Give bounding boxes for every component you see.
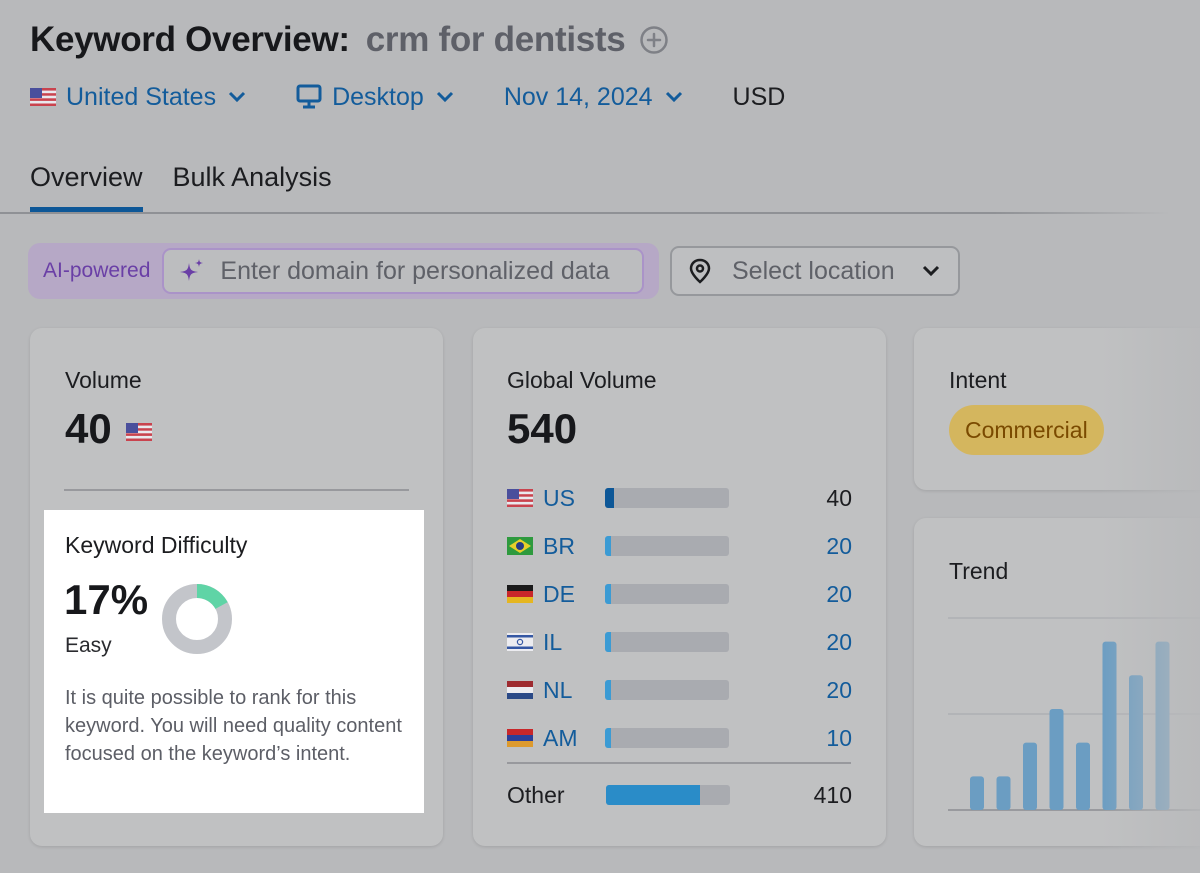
chevron-down-icon xyxy=(922,265,940,277)
br-flag-icon xyxy=(507,537,533,555)
country-volume-list: US 40 BR 20 DE 20 IL 20 NL 20 AM 10 xyxy=(507,474,852,762)
country-row-us[interactable]: US 40 xyxy=(507,474,852,522)
country-value[interactable]: 20 xyxy=(826,629,852,656)
country-code: AM xyxy=(543,724,578,751)
other-label: Other xyxy=(507,781,565,808)
country-dropdown[interactable]: United States xyxy=(30,83,246,112)
location-pin-icon xyxy=(689,258,711,284)
tabs-divider xyxy=(0,212,1170,214)
country-bar-track xyxy=(605,488,729,508)
tab-bulk-analysis[interactable]: Bulk Analysis xyxy=(173,160,332,214)
difficulty-donut-chart xyxy=(162,584,232,654)
country-bar-track xyxy=(605,536,729,556)
page-header: Keyword Overview: crm for dentists xyxy=(30,18,669,62)
trend-bar-chart xyxy=(948,617,1200,811)
intent-label: Intent xyxy=(949,367,1007,393)
nl-flag-icon xyxy=(507,681,533,699)
volume-value: 40 xyxy=(65,405,112,452)
keyword-difficulty-description: It is quite possible to rank for this ke… xyxy=(65,687,402,765)
date-dropdown[interactable]: Nov 14, 2024 xyxy=(504,83,683,112)
country-code: BR xyxy=(543,532,575,559)
country-bar-fill xyxy=(605,680,612,700)
country-row-de[interactable]: DE 20 xyxy=(507,570,852,618)
desktop-icon xyxy=(296,84,322,109)
domain-input[interactable] xyxy=(220,256,641,286)
trend-label: Trend xyxy=(949,558,1009,584)
sparkle-icon xyxy=(180,259,204,281)
country-label: United States xyxy=(66,82,217,111)
trend-bar xyxy=(996,776,1011,810)
intent-badge: Commercial xyxy=(949,405,1104,455)
country-bar-fill xyxy=(605,536,612,556)
trend-bar xyxy=(1102,641,1117,810)
de-flag-icon xyxy=(507,585,533,603)
currency-label: USD xyxy=(732,82,786,111)
us-flag-icon xyxy=(507,489,533,507)
plus-circle-icon[interactable] xyxy=(639,25,669,55)
chevron-down-icon xyxy=(665,91,682,103)
other-bar-fill xyxy=(606,785,701,805)
country-code: US xyxy=(543,484,575,511)
domain-input-wrapper[interactable] xyxy=(162,248,645,294)
country-value[interactable]: 20 xyxy=(826,533,852,560)
il-flag-icon xyxy=(507,633,533,651)
country-value[interactable]: 10 xyxy=(826,725,852,752)
keyword-difficulty-label: Keyword Difficulty xyxy=(65,532,248,558)
global-volume-divider xyxy=(507,762,851,764)
country-bar-fill xyxy=(605,728,612,748)
trend-bar xyxy=(970,776,984,810)
device-label: Desktop xyxy=(332,82,424,111)
country-bar-track xyxy=(605,584,729,604)
location-placeholder: Select location xyxy=(732,256,895,285)
country-row-br[interactable]: BR 20 xyxy=(507,522,852,570)
other-countries-row: Other 410 xyxy=(507,780,852,810)
country-value: 40 xyxy=(826,484,852,511)
donut-segment xyxy=(196,584,228,610)
keyword-difficulty-value: 17% xyxy=(64,576,149,623)
ai-domain-bar: AI-powered xyxy=(28,243,659,299)
page-title: Keyword Overview: xyxy=(30,20,350,59)
global-volume-value: 540 xyxy=(507,405,578,452)
country-bar-fill xyxy=(605,632,612,652)
country-bar-fill xyxy=(605,488,615,508)
filters-row: United States Desktop Nov 14, 2024 USD xyxy=(30,80,835,114)
country-row-am[interactable]: AM 10 xyxy=(507,714,852,762)
country-value[interactable]: 20 xyxy=(826,677,852,704)
tab-overview[interactable]: Overview xyxy=(30,160,143,214)
country-bar-fill xyxy=(605,584,612,604)
date-label: Nov 14, 2024 xyxy=(503,82,653,111)
us-flag-icon xyxy=(30,88,56,106)
volume-label: Volume xyxy=(65,367,142,393)
device-dropdown[interactable]: Desktop xyxy=(296,83,454,112)
country-code: IL xyxy=(543,628,563,655)
location-select[interactable]: Select location xyxy=(670,246,960,296)
trend-bar xyxy=(1023,742,1037,810)
keyword-text: crm for dentists xyxy=(365,20,626,59)
chevron-down-icon xyxy=(436,91,453,103)
chevron-down-icon xyxy=(229,91,246,103)
country-code: NL xyxy=(543,676,573,703)
trend-bar xyxy=(1076,742,1090,810)
trend-bar xyxy=(1129,675,1143,810)
trend-bar xyxy=(1155,641,1170,810)
ai-powered-badge: AI-powered xyxy=(43,259,151,282)
volume-divider xyxy=(64,489,409,491)
volume-value-row: 40 xyxy=(65,405,162,453)
keyword-difficulty-level: Easy xyxy=(65,634,112,657)
am-flag-icon xyxy=(507,729,533,747)
country-bar-track xyxy=(605,728,729,748)
global-volume-label: Global Volume xyxy=(507,367,657,393)
country-row-nl[interactable]: NL 20 xyxy=(507,666,852,714)
country-bar-track xyxy=(605,632,729,652)
trend-bar xyxy=(1049,708,1064,810)
tab-bar: Overview Bulk Analysis xyxy=(30,160,362,214)
us-flag-icon xyxy=(125,423,152,441)
other-bar-track xyxy=(606,785,730,805)
country-row-il[interactable]: IL 20 xyxy=(507,618,852,666)
other-value: 410 xyxy=(813,781,852,808)
country-code: DE xyxy=(543,580,575,607)
country-bar-track xyxy=(605,680,729,700)
country-value[interactable]: 20 xyxy=(826,581,852,608)
